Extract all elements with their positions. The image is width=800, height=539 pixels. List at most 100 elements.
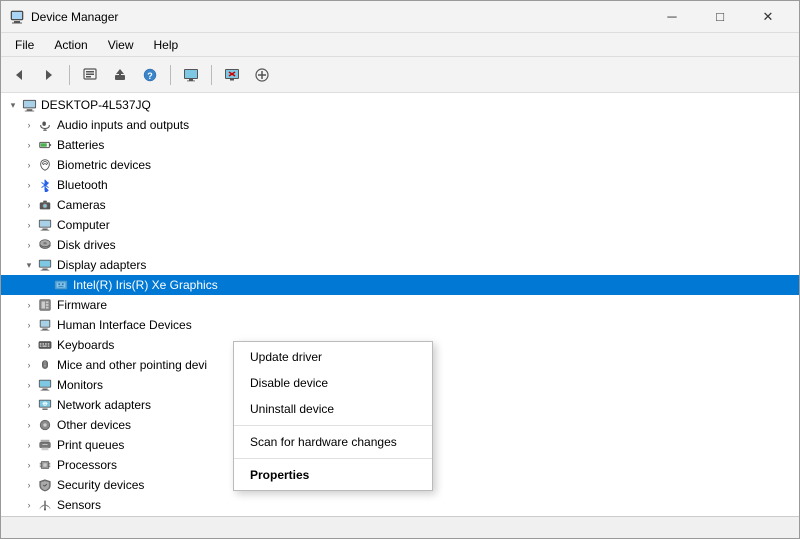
security-icon: [37, 477, 53, 493]
context-disable-device[interactable]: Disable device: [234, 370, 432, 396]
list-item[interactable]: › Audio inputs and outputs: [1, 115, 799, 135]
app-icon: [9, 9, 25, 25]
keyboard-icon: [37, 337, 53, 353]
item-label: Audio inputs and outputs: [57, 118, 189, 132]
item-label: Human Interface Devices: [57, 318, 192, 332]
display-button[interactable]: [177, 61, 205, 89]
expand-icon: ›: [21, 157, 37, 173]
item-label: Mice and other pointing devi: [57, 358, 207, 372]
context-uninstall-device[interactable]: Uninstall device: [234, 396, 432, 422]
item-label: Cameras: [57, 198, 106, 212]
firmware-icon: [37, 297, 53, 313]
item-label: Sensors: [57, 498, 101, 512]
uninstall-button[interactable]: [218, 61, 246, 89]
back-button[interactable]: [5, 61, 33, 89]
camera-icon: [37, 197, 53, 213]
maximize-button[interactable]: □: [697, 1, 743, 33]
list-item[interactable]: › Human Interface Devices: [1, 315, 799, 335]
list-item[interactable]: ▾ Display adapters: [1, 255, 799, 275]
expand-icon: ›: [21, 117, 37, 133]
menu-help[interactable]: Help: [144, 36, 189, 54]
toolbar-separator-1: [69, 65, 70, 85]
item-label: Processors: [57, 458, 117, 472]
list-item[interactable]: › Computer: [1, 215, 799, 235]
list-item[interactable]: Intel(R) Iris(R) Xe Graphics: [1, 275, 799, 295]
audio-icon: [37, 117, 53, 133]
monitor-icon: [37, 377, 53, 393]
item-label: Print queues: [57, 438, 124, 452]
item-label: Batteries: [57, 138, 104, 152]
item-label: Intel(R) Iris(R) Xe Graphics: [73, 278, 218, 292]
list-item[interactable]: › Cameras: [1, 195, 799, 215]
battery-icon: [37, 137, 53, 153]
display-adapter-icon: [37, 257, 53, 273]
root-label: DESKTOP-4L537JQ: [41, 98, 151, 112]
properties-button[interactable]: [76, 61, 104, 89]
list-item[interactable]: › Sensors: [1, 495, 799, 515]
list-item[interactable]: › Firmware: [1, 295, 799, 315]
tree-panel[interactable]: ▾ DESKTOP-4L537JQ ›: [1, 93, 799, 516]
list-item[interactable]: › Bluetooth: [1, 175, 799, 195]
expand-icon: ›: [21, 417, 37, 433]
expand-icon: ›: [21, 397, 37, 413]
minimize-button[interactable]: ─: [649, 1, 695, 33]
expand-icon: ›: [21, 357, 37, 373]
status-bar: [1, 516, 799, 538]
expand-icon: ›: [21, 137, 37, 153]
tree-root[interactable]: ▾ DESKTOP-4L537JQ: [1, 95, 799, 115]
menu-action[interactable]: Action: [44, 36, 97, 54]
list-item[interactable]: › Disk drives: [1, 235, 799, 255]
forward-button[interactable]: [35, 61, 63, 89]
context-scan-changes[interactable]: Scan for hardware changes: [234, 429, 432, 455]
help-button[interactable]: ?: [136, 61, 164, 89]
printer-icon: [37, 437, 53, 453]
close-button[interactable]: ✕: [745, 1, 791, 33]
computer-icon: [21, 97, 37, 113]
sensor-icon: [37, 497, 53, 513]
toolbar: ?: [1, 57, 799, 93]
expand-icon: ›: [21, 217, 37, 233]
mouse-icon: [37, 357, 53, 373]
expand-icon: ›: [21, 457, 37, 473]
other-devices-icon: [37, 417, 53, 433]
list-item[interactable]: › Software components: [1, 515, 799, 516]
expand-icon: ▾: [5, 97, 21, 113]
expand-icon: ›: [21, 437, 37, 453]
toolbar-separator-3: [211, 65, 212, 85]
biometric-icon: [37, 157, 53, 173]
item-label: Display adapters: [57, 258, 146, 272]
item-label: Bluetooth: [57, 178, 108, 192]
add-button[interactable]: [248, 61, 276, 89]
expand-icon: ›: [21, 337, 37, 353]
item-label: Computer: [57, 218, 110, 232]
expand-icon: ›: [21, 177, 37, 193]
list-item[interactable]: › Batteries: [1, 135, 799, 155]
menu-bar: File Action View Help: [1, 33, 799, 57]
toolbar-separator-2: [170, 65, 171, 85]
expand-icon: ›: [21, 237, 37, 253]
update-driver-button[interactable]: [106, 61, 134, 89]
window-title: Device Manager: [31, 10, 649, 24]
item-label: Disk drives: [57, 238, 116, 252]
item-label: Network adapters: [57, 398, 151, 412]
context-properties[interactable]: Properties: [234, 462, 432, 488]
device-manager-window: Device Manager ─ □ ✕ File Action View He…: [0, 0, 800, 539]
network-icon: [37, 397, 53, 413]
context-update-driver[interactable]: Update driver: [234, 344, 432, 370]
processor-icon: [37, 457, 53, 473]
hid-icon: [37, 317, 53, 333]
list-item[interactable]: › Biometric devices: [1, 155, 799, 175]
title-bar: Device Manager ─ □ ✕: [1, 1, 799, 33]
item-label: Other devices: [57, 418, 131, 432]
item-label: Monitors: [57, 378, 103, 392]
item-label: Security devices: [57, 478, 144, 492]
content-area: ▾ DESKTOP-4L537JQ ›: [1, 93, 799, 516]
menu-view[interactable]: View: [98, 36, 144, 54]
context-separator-1: [234, 425, 432, 426]
gpu-icon: [53, 277, 69, 293]
menu-file[interactable]: File: [5, 36, 44, 54]
context-menu: Update driver Disable device Uninstall d…: [233, 341, 433, 491]
item-label: Biometric devices: [57, 158, 151, 172]
expand-icon: ›: [21, 197, 37, 213]
context-separator-2: [234, 458, 432, 459]
